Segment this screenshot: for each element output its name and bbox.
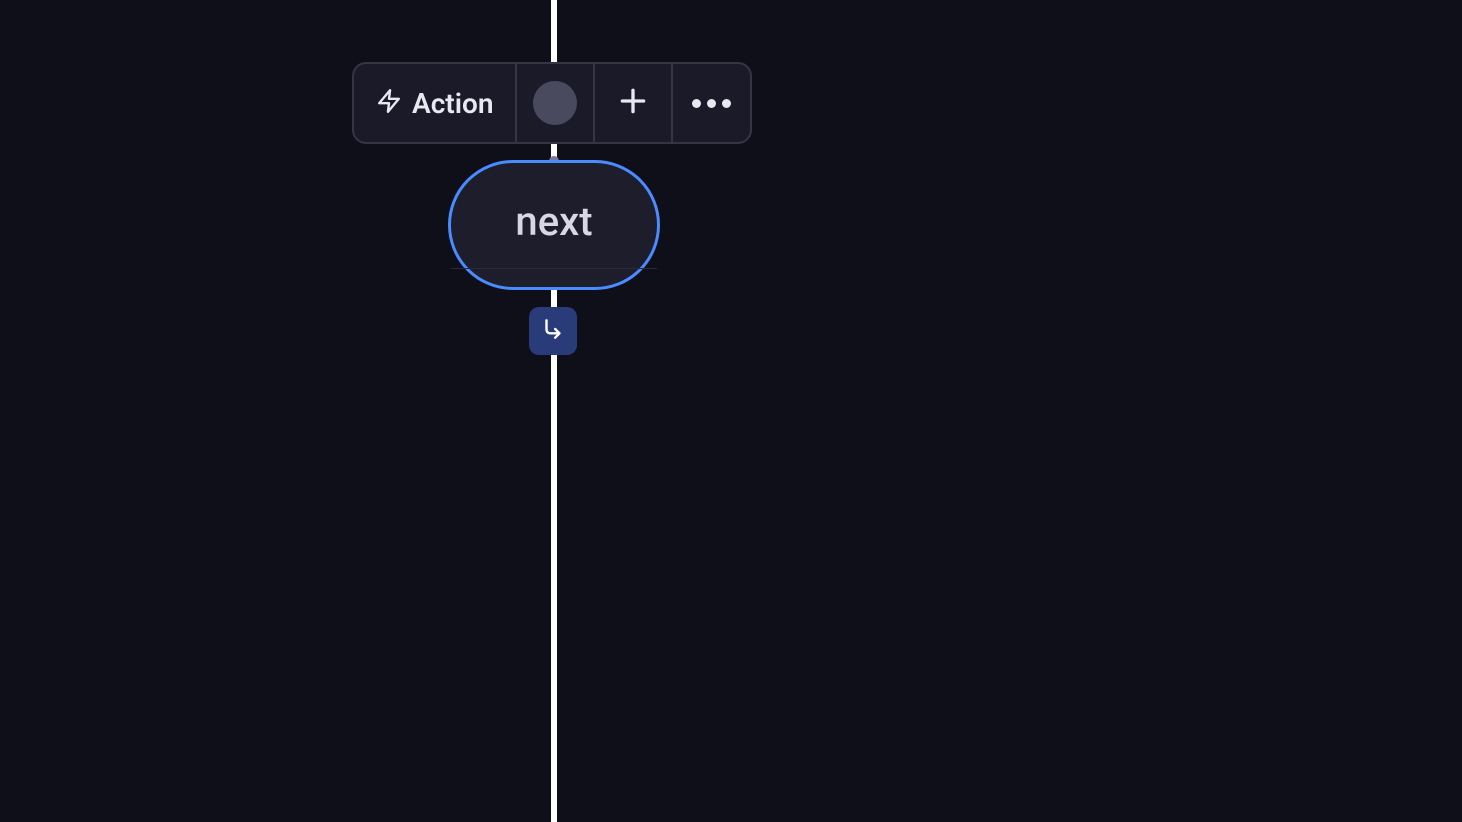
action-button-label: Action	[412, 87, 493, 120]
circle-icon	[533, 81, 577, 125]
state-indicator-button[interactable]	[517, 64, 595, 142]
add-button[interactable]	[595, 64, 673, 142]
more-options-button[interactable]	[673, 64, 750, 142]
action-button[interactable]: Action	[354, 64, 517, 142]
node-divider	[451, 268, 657, 269]
more-icon	[692, 99, 731, 108]
arrow-down-right-icon	[540, 316, 566, 346]
transition-badge[interactable]	[529, 307, 577, 355]
node-toolbar: Action	[352, 62, 752, 144]
node-label: next	[515, 198, 592, 245]
flow-node-next[interactable]: next	[448, 160, 660, 290]
plus-icon	[617, 85, 649, 121]
lightning-icon	[376, 88, 402, 118]
